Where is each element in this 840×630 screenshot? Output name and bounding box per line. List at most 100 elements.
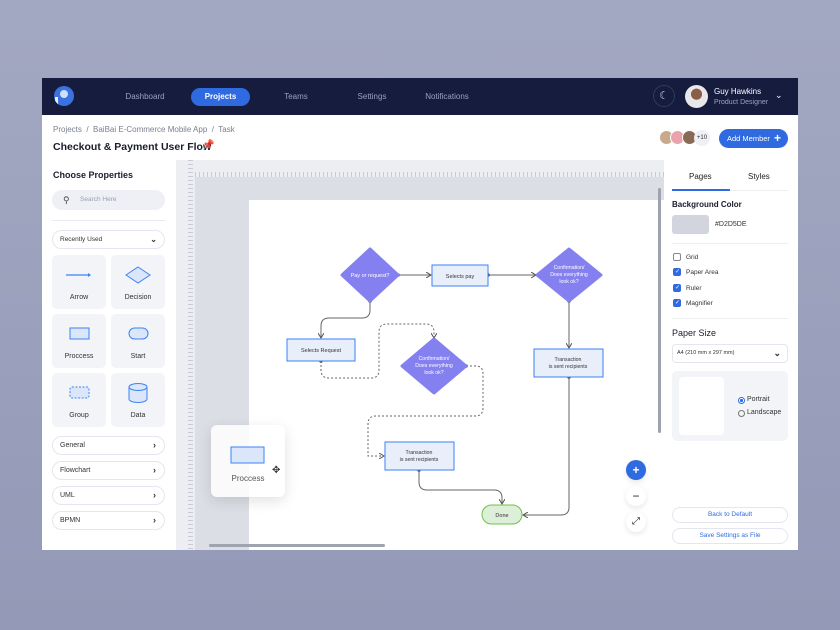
- decision-confirmation-1[interactable]: Confirmation/ Does everything look ok?: [537, 249, 601, 301]
- radio-icon: [738, 410, 745, 417]
- checkbox-label: Ruler: [686, 285, 702, 292]
- decision-confirmation-2[interactable]: Confirmation/ Does everything look ok?: [402, 339, 466, 393]
- checkbox-magnifier[interactable]: Magnifier: [672, 299, 713, 308]
- category-label: BPMN: [60, 517, 80, 524]
- node-label: Done: [495, 513, 508, 519]
- radio-selected-icon: [738, 397, 745, 404]
- color-swatch[interactable]: [672, 215, 709, 234]
- process-selects-request[interactable]: Selects Request: [287, 339, 355, 361]
- checkbox-checked-icon: [673, 268, 681, 276]
- chevron-down-icon: ⌄: [150, 231, 157, 248]
- checkbox-label: Magnifier: [686, 300, 713, 307]
- chevron-down-icon[interactable]: ⌄: [775, 90, 783, 101]
- tile-data[interactable]: Data: [111, 373, 165, 427]
- category-flowchart[interactable]: Flowchart›: [52, 461, 165, 480]
- group-icon: [64, 381, 94, 405]
- decision-pay-or-request[interactable]: Pay or request?: [342, 249, 398, 301]
- process-selects-pay[interactable]: Selects pay: [432, 265, 488, 286]
- tile-start[interactable]: Start: [111, 314, 165, 368]
- filter-dropdown[interactable]: Recently Used⌄: [52, 230, 165, 249]
- background-color-title: Background Color: [672, 200, 742, 209]
- nav-projects[interactable]: Projects: [191, 88, 250, 106]
- node-label: Transaction: [555, 357, 582, 363]
- database-icon: [123, 381, 153, 405]
- node-label: Transaction: [406, 450, 433, 456]
- start-icon: [123, 322, 153, 346]
- tile-label: Proccess: [52, 353, 106, 360]
- radio-landscape[interactable]: Landscape: [738, 409, 781, 416]
- nav-settings[interactable]: Settings: [347, 88, 397, 106]
- nav-teams[interactable]: Teams: [274, 88, 318, 106]
- category-general[interactable]: General ›: [52, 436, 165, 455]
- category-bpmn[interactable]: BPMN ›: [52, 511, 165, 530]
- connector: [523, 377, 569, 515]
- chevron-right-icon: ›: [153, 437, 156, 454]
- process-transaction-2[interactable]: Transaction is sent recipients: [385, 442, 454, 470]
- checkbox-paper-area[interactable]: Paper Area: [672, 268, 719, 277]
- logo-icon[interactable]: [54, 86, 74, 106]
- members-more-count[interactable]: +10: [694, 130, 710, 146]
- breadcrumb[interactable]: Projects / BaiBai E-Commerce Mobile App …: [53, 125, 235, 134]
- node-label: look ok?: [424, 370, 443, 376]
- terminal-done[interactable]: Done: [482, 505, 522, 524]
- avatar[interactable]: [685, 85, 708, 108]
- process-icon: [211, 425, 285, 470]
- node-label: look ok?: [559, 279, 578, 285]
- node-label: Selects Request: [301, 348, 342, 354]
- nav-notifications[interactable]: Notifications: [417, 88, 477, 106]
- color-hex[interactable]: #D2D5DE: [715, 221, 747, 228]
- tile-group[interactable]: Group: [52, 373, 106, 427]
- dark-mode-icon[interactable]: ☾: [653, 85, 675, 107]
- zoom-in-button[interactable]: +: [626, 460, 646, 480]
- save-settings-button[interactable]: Save Settings as File: [672, 528, 788, 544]
- search-placeholder: Search Here: [80, 196, 117, 203]
- divider: [672, 318, 788, 319]
- properties-panel: Choose Properties ⚲Search Here Recently …: [42, 160, 176, 550]
- divider: [672, 243, 788, 244]
- node-label: Does everything: [415, 363, 453, 369]
- canvas[interactable]: Pay or request? Selects pay Confirmation…: [176, 160, 664, 550]
- chevron-right-icon: ›: [153, 462, 156, 479]
- tab-styles[interactable]: Styles: [748, 172, 770, 181]
- tile-arrow[interactable]: Arrow: [52, 255, 106, 309]
- paper-size-title: Paper Size: [672, 328, 716, 338]
- tile-label: Data: [111, 412, 165, 419]
- zoom-out-button[interactable]: −: [626, 486, 646, 506]
- search-input[interactable]: ⚲ Search Here: [52, 190, 165, 210]
- process-icon: [64, 322, 94, 346]
- orientation-box: Portrait Landscape: [672, 371, 788, 441]
- nav-dashboard[interactable]: Dashboard: [114, 88, 176, 106]
- chevron-right-icon: ›: [153, 512, 156, 529]
- node-label: Confirmation/: [554, 265, 585, 271]
- checkbox-grid[interactable]: Grid: [672, 253, 698, 262]
- search-icon: ⚲: [63, 190, 70, 210]
- add-member-button[interactable]: Add Member+: [719, 129, 788, 148]
- tile-decision[interactable]: Decision: [111, 255, 165, 309]
- horizontal-scrollbar[interactable]: [209, 544, 385, 547]
- tab-pages[interactable]: Pages: [689, 172, 712, 181]
- back-to-default-button[interactable]: Back to Default: [672, 507, 788, 523]
- node-label: is sent recipients: [549, 364, 588, 370]
- tile-label: Start: [111, 353, 165, 360]
- pin-icon[interactable]: 📌: [202, 140, 214, 151]
- process-transaction-1[interactable]: Transaction is sent recipients: [534, 349, 603, 377]
- category-uml[interactable]: UML›: [52, 486, 165, 505]
- arrow-icon: [64, 263, 94, 287]
- chevron-right-icon: ›: [153, 487, 156, 504]
- paper-size-dropdown[interactable]: A4 (210 mm x 297 mm)⌄: [672, 344, 788, 363]
- user-role: Product Designer: [714, 99, 768, 106]
- plus-icon: +: [774, 129, 781, 148]
- node-label: Does everything: [550, 272, 588, 278]
- node-label: is sent recipients: [400, 457, 439, 463]
- page-title: Checkout & Payment User Flow: [53, 141, 211, 153]
- category-label: General: [60, 442, 85, 449]
- drag-preview-process[interactable]: Proccess: [211, 425, 285, 497]
- checkbox-label: Paper Area: [686, 269, 719, 276]
- tile-process[interactable]: Proccess: [52, 314, 106, 368]
- divider: [52, 220, 165, 221]
- fit-screen-button[interactable]: ⤢: [626, 512, 646, 532]
- vertical-scrollbar[interactable]: [658, 188, 661, 433]
- radio-portrait[interactable]: Portrait: [738, 396, 770, 403]
- app-window: Dashboard Projects Teams Settings Notifi…: [42, 78, 798, 550]
- checkbox-ruler[interactable]: Ruler: [672, 284, 702, 293]
